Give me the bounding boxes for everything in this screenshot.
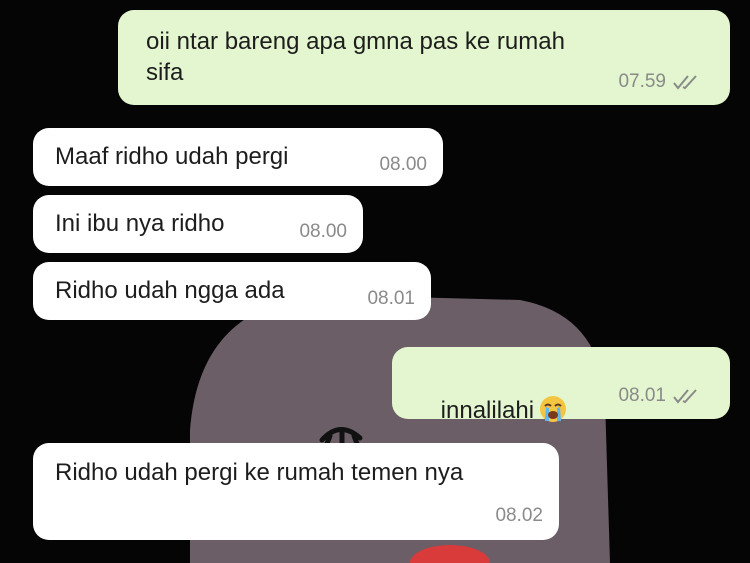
message-bubble-outgoing[interactable]: oii ntar bareng apa gmna pas ke rumah si…	[118, 10, 730, 105]
message-time: 08.00	[379, 154, 427, 175]
message-text: Ridho udah ngga ada	[55, 277, 285, 304]
double-check-icon	[673, 74, 697, 90]
message-time: 08.01	[367, 288, 415, 309]
message-text: Ridho udah pergi ke rumah temen nya	[55, 459, 464, 486]
message-text: Ini ibu nya ridho	[55, 210, 225, 237]
message-time: 08.02	[495, 505, 543, 526]
message-meta: 08.01	[618, 380, 700, 411]
message-bubble-outgoing[interactable]: innalilahi 08.01	[392, 347, 730, 424]
message-time: 07.59	[618, 71, 666, 92]
message-text: oii ntar bareng apa gmna pas ke rumah si…	[146, 28, 565, 86]
message-text: innalilahi	[440, 397, 535, 424]
message-meta: 08.02	[495, 500, 543, 531]
message-time: 08.00	[299, 221, 347, 242]
message-bubble-incoming[interactable]: Maaf ridho udah pergi 08.00	[33, 128, 443, 186]
message-meta: 08.01	[367, 283, 415, 314]
message-meta: 07.59	[618, 66, 700, 97]
message-bubble-incoming[interactable]: Ini ibu nya ridho 08.00	[33, 195, 363, 253]
message-meta: 08.00	[299, 216, 347, 247]
double-check-icon	[673, 388, 697, 404]
message-meta: 08.00	[379, 149, 427, 180]
message-time: 08.01	[618, 385, 666, 406]
message-text: Maaf ridho udah pergi	[55, 143, 289, 170]
message-bubble-incoming[interactable]: Ridho udah ngga ada 08.01	[33, 262, 431, 320]
loudly-crying-face-icon	[540, 395, 567, 422]
message-bubble-incoming[interactable]: Ridho udah pergi ke rumah temen nya 08.0…	[33, 443, 559, 540]
